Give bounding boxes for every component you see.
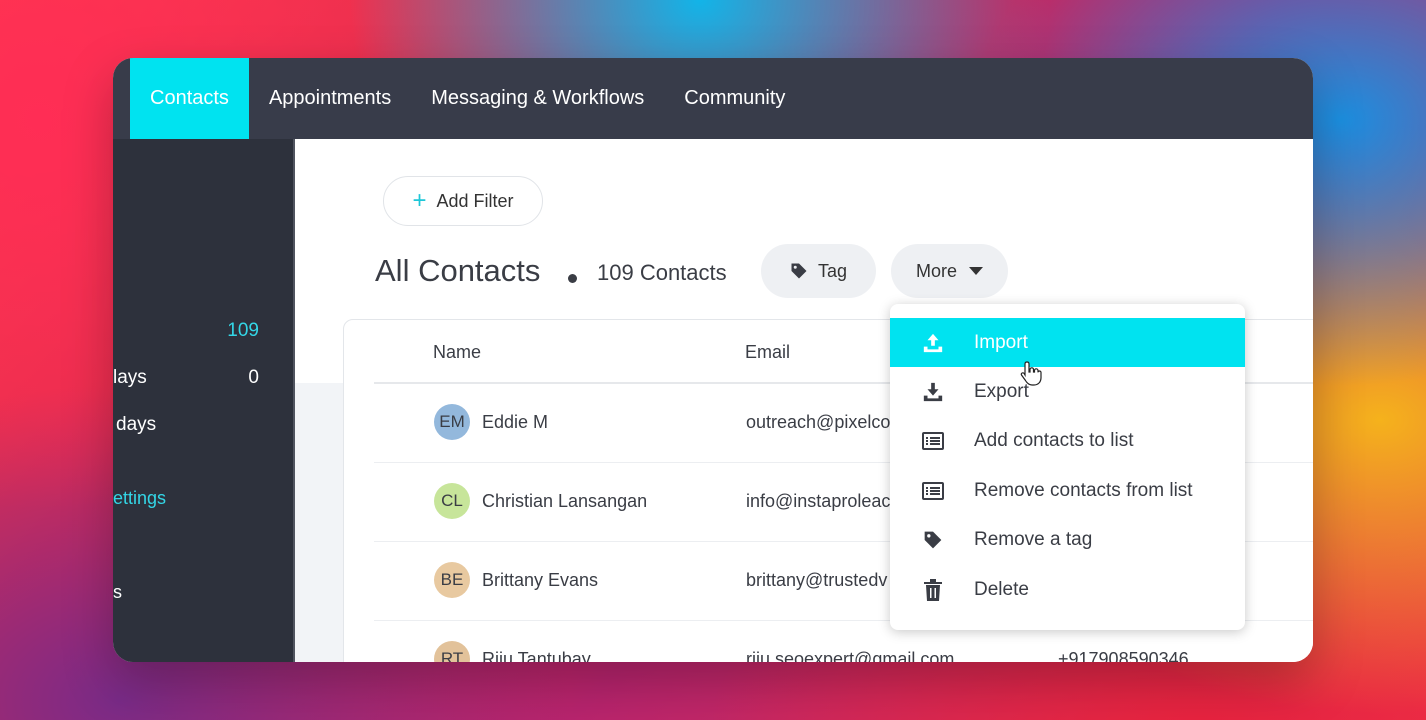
column-header-name[interactable]: Name — [433, 342, 481, 363]
tag-label: Tag — [817, 260, 848, 281]
sidebar-item-all[interactable]: 109 — [113, 320, 283, 346]
tab-appointments[interactable]: Appointments — [249, 58, 411, 139]
sidebar-item-other[interactable]: s — [113, 582, 283, 608]
list-icon — [918, 431, 948, 450]
contact-email: outreach@pixelco — [746, 412, 891, 432]
hand-cursor-icon — [1020, 360, 1042, 391]
menu-item-import[interactable]: Import — [890, 318, 1245, 367]
top-navigation: Contacts Appointments Messaging & Workfl… — [113, 58, 1313, 139]
list-icon — [918, 481, 948, 500]
sidebar-item-label: lays — [113, 367, 147, 388]
sidebar-item-label: ettings — [113, 488, 167, 508]
menu-item-export[interactable]: Export — [890, 367, 1245, 416]
contact-name[interactable]: Riju Tantubay — [482, 649, 591, 662]
menu-item-remove-from-list[interactable]: Remove contacts from list — [890, 466, 1245, 515]
sidebar-item-count: 0 — [248, 367, 259, 388]
sidebar-item-label: s — [113, 582, 122, 602]
avatar: EM — [434, 404, 470, 440]
tag-button[interactable]: Tag — [761, 244, 876, 298]
menu-item-remove-tag[interactable]: Remove a tag — [890, 515, 1245, 564]
contact-name[interactable]: Brittany Evans — [482, 570, 598, 591]
contact-email: info@instaproleac — [746, 491, 891, 511]
menu-item-label: Import — [974, 331, 1028, 353]
avatar: CL — [434, 483, 470, 519]
tab-community[interactable]: Community — [664, 58, 805, 139]
contact-name[interactable]: Eddie M — [482, 412, 548, 433]
menu-item-label: Add contacts to list — [974, 429, 1134, 451]
menu-item-label: Remove contacts from list — [974, 479, 1193, 501]
sidebar-item-settings[interactable]: ettings — [113, 488, 283, 514]
sidebar-item-label: days — [116, 414, 157, 435]
background-strip — [295, 383, 345, 662]
sidebar-item-days-1[interactable]: lays 0 — [113, 367, 283, 393]
sidebar-item-count: 109 — [227, 320, 259, 341]
plus-icon: + — [412, 187, 427, 214]
tab-contacts[interactable]: Contacts — [130, 58, 249, 139]
avatar: BE — [434, 562, 470, 598]
more-label: More — [915, 260, 957, 281]
download-icon — [918, 381, 948, 403]
sidebar-item-days-2[interactable]: days — [113, 414, 283, 440]
menu-item-label: Remove a tag — [974, 528, 1093, 550]
contact-email: brittany@trustedv — [746, 570, 888, 590]
sidebar: 109 lays 0 days ettings s — [113, 139, 295, 662]
contact-email: riju.seoexpert@gmail.com — [746, 649, 955, 662]
contact-name[interactable]: Christian Lansangan — [482, 491, 647, 512]
trash-icon — [918, 578, 948, 601]
separator-dot — [568, 274, 577, 283]
contact-phone: +917908590346 — [1058, 649, 1189, 662]
more-button[interactable]: More — [891, 244, 1008, 298]
tag-icon — [790, 262, 808, 280]
tag-icon — [918, 530, 948, 550]
contacts-count: 109 Contacts — [597, 260, 727, 285]
avatar: RT — [434, 641, 470, 662]
menu-item-delete[interactable]: Delete — [890, 565, 1245, 614]
table-row[interactable]: RT Riju Tantubay riju.seoexpert@gmail.co… — [344, 629, 1313, 662]
add-filter-label: Add Filter — [436, 190, 514, 211]
add-filter-button[interactable]: + Add Filter — [383, 176, 543, 226]
menu-item-label: Delete — [974, 578, 1029, 600]
page-title: All Contacts — [375, 253, 541, 288]
upload-icon — [918, 332, 948, 354]
column-header-email[interactable]: Email — [745, 342, 790, 363]
tab-messaging-workflows[interactable]: Messaging & Workflows — [411, 58, 664, 139]
menu-item-add-to-list[interactable]: Add contacts to list — [890, 416, 1245, 465]
more-dropdown-menu: Import Export Add contacts to list Remov… — [890, 304, 1245, 630]
caret-down-icon — [969, 267, 983, 275]
